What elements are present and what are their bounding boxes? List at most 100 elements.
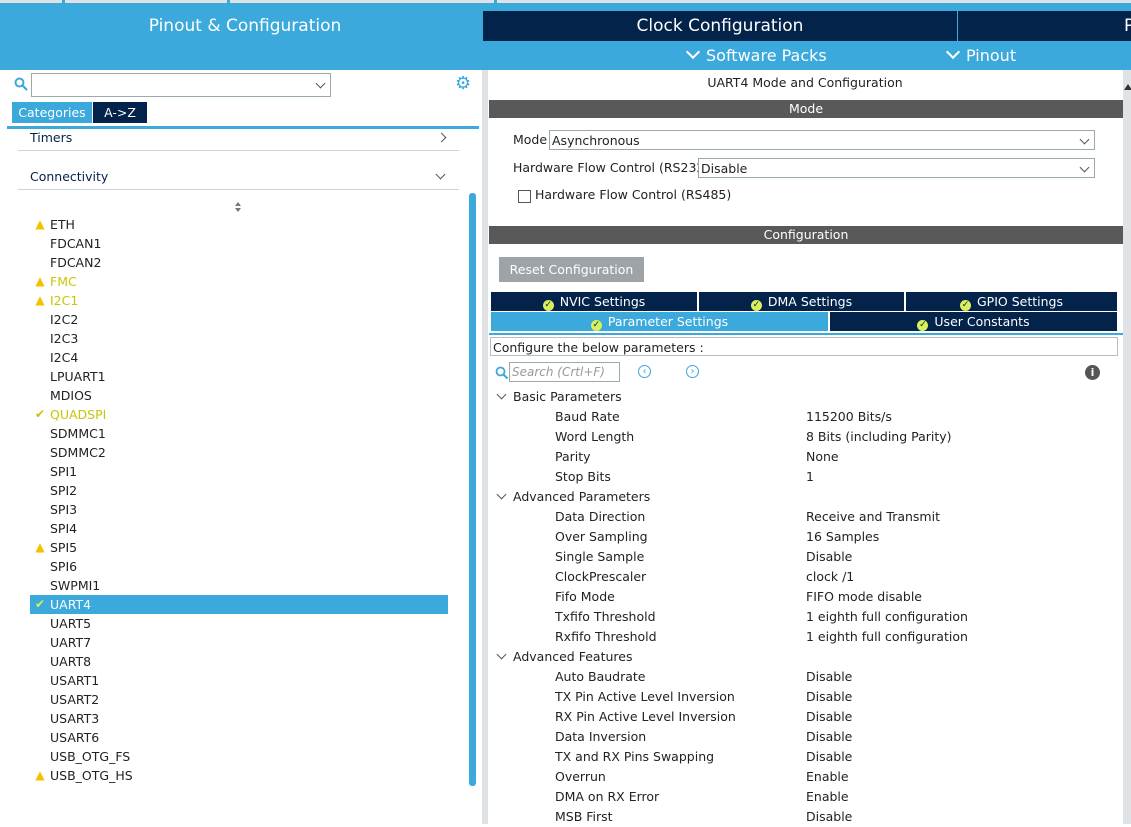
next-icon[interactable]: › bbox=[686, 365, 699, 378]
peripheral-item[interactable]: I2C3 bbox=[30, 329, 448, 348]
peripheral-item[interactable]: ▲ FMC bbox=[30, 272, 448, 291]
peripheral-item[interactable]: USART2 bbox=[30, 690, 448, 709]
peripheral-item[interactable]: I2C4 bbox=[30, 348, 448, 367]
peripheral-item[interactable]: UART7 bbox=[30, 633, 448, 652]
parameter-value[interactable]: Enable bbox=[806, 787, 849, 807]
tab-user-constants[interactable]: ✓ User Constants bbox=[830, 312, 1117, 331]
peripheral-item[interactable]: I2C2 bbox=[30, 310, 448, 329]
peripheral-item[interactable]: SPI2 bbox=[30, 481, 448, 500]
parameter-name[interactable]: Baud Rate bbox=[555, 407, 620, 427]
category-label: Timers bbox=[30, 130, 73, 145]
peripheral-search-combo[interactable] bbox=[31, 73, 331, 97]
parameter-value[interactable]: FIFO mode disable bbox=[806, 587, 922, 607]
tab-categories[interactable]: Categories bbox=[12, 102, 92, 123]
peripheral-item[interactable]: SPI1 bbox=[30, 462, 448, 481]
parameter-name[interactable]: Overrun bbox=[555, 767, 606, 787]
parameter-value[interactable]: Disable bbox=[806, 807, 852, 827]
pinout-menu[interactable]: Pinout bbox=[945, 44, 1016, 68]
parameter-name[interactable]: Data Inversion bbox=[555, 727, 646, 747]
parameter-name[interactable]: Parity bbox=[555, 447, 591, 467]
peripheral-item[interactable]: SPI6 bbox=[30, 557, 448, 576]
parameter-name[interactable]: Word Length bbox=[555, 427, 634, 447]
info-icon[interactable]: i bbox=[1085, 365, 1100, 380]
hfc-rs232-select[interactable]: Disable bbox=[698, 158, 1095, 178]
peripheral-item[interactable]: SPI3 bbox=[30, 500, 448, 519]
parameter-value[interactable]: Disable bbox=[806, 747, 852, 767]
peripheral-item[interactable]: ✔ QUADSPI bbox=[30, 405, 448, 424]
parameter-group[interactable]: Basic Parameters bbox=[496, 387, 622, 407]
category-connectivity[interactable]: Connectivity bbox=[18, 164, 459, 190]
parameter-value[interactable]: 16 Samples bbox=[806, 527, 879, 547]
peripheral-item[interactable]: ▲ USB_OTG_HS bbox=[30, 766, 448, 785]
peripheral-item[interactable]: SDMMC1 bbox=[30, 424, 448, 443]
previous-icon[interactable]: ‹ bbox=[638, 365, 651, 378]
parameter-value[interactable]: None bbox=[806, 447, 839, 467]
parameter-search-input[interactable]: Search (Crtl+F) bbox=[509, 362, 620, 382]
parameter-group[interactable]: Advanced Features bbox=[496, 647, 632, 667]
tab-gpio-settings[interactable]: ✓ GPIO Settings bbox=[906, 292, 1117, 311]
peripheral-item[interactable]: UART5 bbox=[30, 614, 448, 633]
parameter-name[interactable]: Rxfifo Threshold bbox=[555, 627, 657, 647]
peripheral-item[interactable]: UART8 bbox=[30, 652, 448, 671]
peripheral-item[interactable]: ✔ UART4 bbox=[30, 595, 448, 614]
reset-configuration-button[interactable]: Reset Configuration bbox=[499, 257, 644, 282]
tab-dma-settings[interactable]: ✓ DMA Settings bbox=[699, 292, 904, 311]
sort-icon[interactable] bbox=[233, 201, 243, 213]
software-packs-menu[interactable]: Software Packs bbox=[685, 44, 827, 68]
parameter-name[interactable]: TX Pin Active Level Inversion bbox=[555, 687, 735, 707]
parameter-name[interactable]: DMA on RX Error bbox=[555, 787, 659, 807]
parameter-name[interactable]: RX Pin Active Level Inversion bbox=[555, 707, 736, 727]
parameter-value[interactable]: Disable bbox=[806, 687, 852, 707]
peripheral-item[interactable]: USART6 bbox=[30, 728, 448, 747]
peripheral-item[interactable]: USB_OTG_FS bbox=[30, 747, 448, 766]
peripheral-item[interactable]: FDCAN2 bbox=[30, 253, 448, 272]
parameter-value[interactable]: clock /1 bbox=[806, 567, 854, 587]
tab-a-to-z[interactable]: A->Z bbox=[93, 102, 147, 123]
parameter-name[interactable]: Auto Baudrate bbox=[555, 667, 645, 687]
parameter-name[interactable]: Txfifo Threshold bbox=[555, 607, 656, 627]
peripheral-item[interactable]: ▲ SPI5 bbox=[30, 538, 448, 557]
tab-nvic-settings[interactable]: ✓ NVIC Settings bbox=[491, 292, 697, 311]
peripheral-item[interactable]: ▲ ETH bbox=[30, 215, 448, 234]
parameter-name[interactable]: MSB First bbox=[555, 807, 613, 827]
peripheral-item[interactable]: LPUART1 bbox=[30, 367, 448, 386]
peripheral-item[interactable]: SPI4 bbox=[30, 519, 448, 538]
hfc-rs485-checkbox[interactable] bbox=[518, 190, 531, 203]
scroll-up-icon[interactable] bbox=[1124, 84, 1131, 90]
tab-pinout-configuration[interactable]: Pinout & Configuration bbox=[7, 11, 483, 41]
peripheral-item[interactable]: FDCAN1 bbox=[30, 234, 448, 253]
left-scrollbar[interactable] bbox=[469, 193, 476, 786]
peripheral-item[interactable]: SWPMI1 bbox=[30, 576, 448, 595]
peripheral-item[interactable]: SDMMC2 bbox=[30, 443, 448, 462]
parameter-value[interactable]: Disable bbox=[806, 667, 852, 687]
tab-project-manager[interactable]: P bbox=[958, 11, 1131, 41]
parameter-value[interactable]: 1 bbox=[806, 467, 814, 487]
parameter-name[interactable]: Over Sampling bbox=[555, 527, 648, 547]
parameter-value[interactable]: 115200 Bits/s bbox=[806, 407, 892, 427]
peripheral-item[interactable]: MDIOS bbox=[30, 386, 448, 405]
parameter-group[interactable]: Advanced Parameters bbox=[496, 487, 650, 507]
peripheral-item[interactable]: ▲ I2C1 bbox=[30, 291, 448, 310]
parameter-value[interactable]: 1 eighth full configuration bbox=[806, 607, 968, 627]
gear-icon[interactable]: ⚙ bbox=[455, 75, 473, 93]
tab-clock-configuration[interactable]: Clock Configuration bbox=[483, 11, 957, 41]
category-timers[interactable]: Timers bbox=[18, 125, 459, 151]
parameter-name[interactable]: Data Direction bbox=[555, 507, 645, 527]
parameter-value[interactable]: Enable bbox=[806, 767, 849, 787]
parameter-name[interactable]: Single Sample bbox=[555, 547, 644, 567]
parameter-value[interactable]: 8 Bits (including Parity) bbox=[806, 427, 952, 447]
parameter-value[interactable]: 1 eighth full configuration bbox=[806, 627, 968, 647]
parameter-name[interactable]: TX and RX Pins Swapping bbox=[555, 747, 714, 767]
parameter-name[interactable]: Fifo Mode bbox=[555, 587, 615, 607]
right-scrollbar[interactable] bbox=[1123, 70, 1131, 824]
tab-parameter-settings[interactable]: ✓ Parameter Settings bbox=[491, 312, 828, 331]
peripheral-item[interactable]: USART3 bbox=[30, 709, 448, 728]
parameter-value[interactable]: Receive and Transmit bbox=[806, 507, 940, 527]
mode-select[interactable]: Asynchronous bbox=[549, 130, 1095, 150]
parameter-name[interactable]: ClockPrescaler bbox=[555, 567, 646, 587]
parameter-value[interactable]: Disable bbox=[806, 547, 852, 567]
parameter-name[interactable]: Stop Bits bbox=[555, 467, 611, 487]
peripheral-item[interactable]: USART1 bbox=[30, 671, 448, 690]
parameter-value[interactable]: Disable bbox=[806, 727, 852, 747]
parameter-value[interactable]: Disable bbox=[806, 707, 852, 727]
